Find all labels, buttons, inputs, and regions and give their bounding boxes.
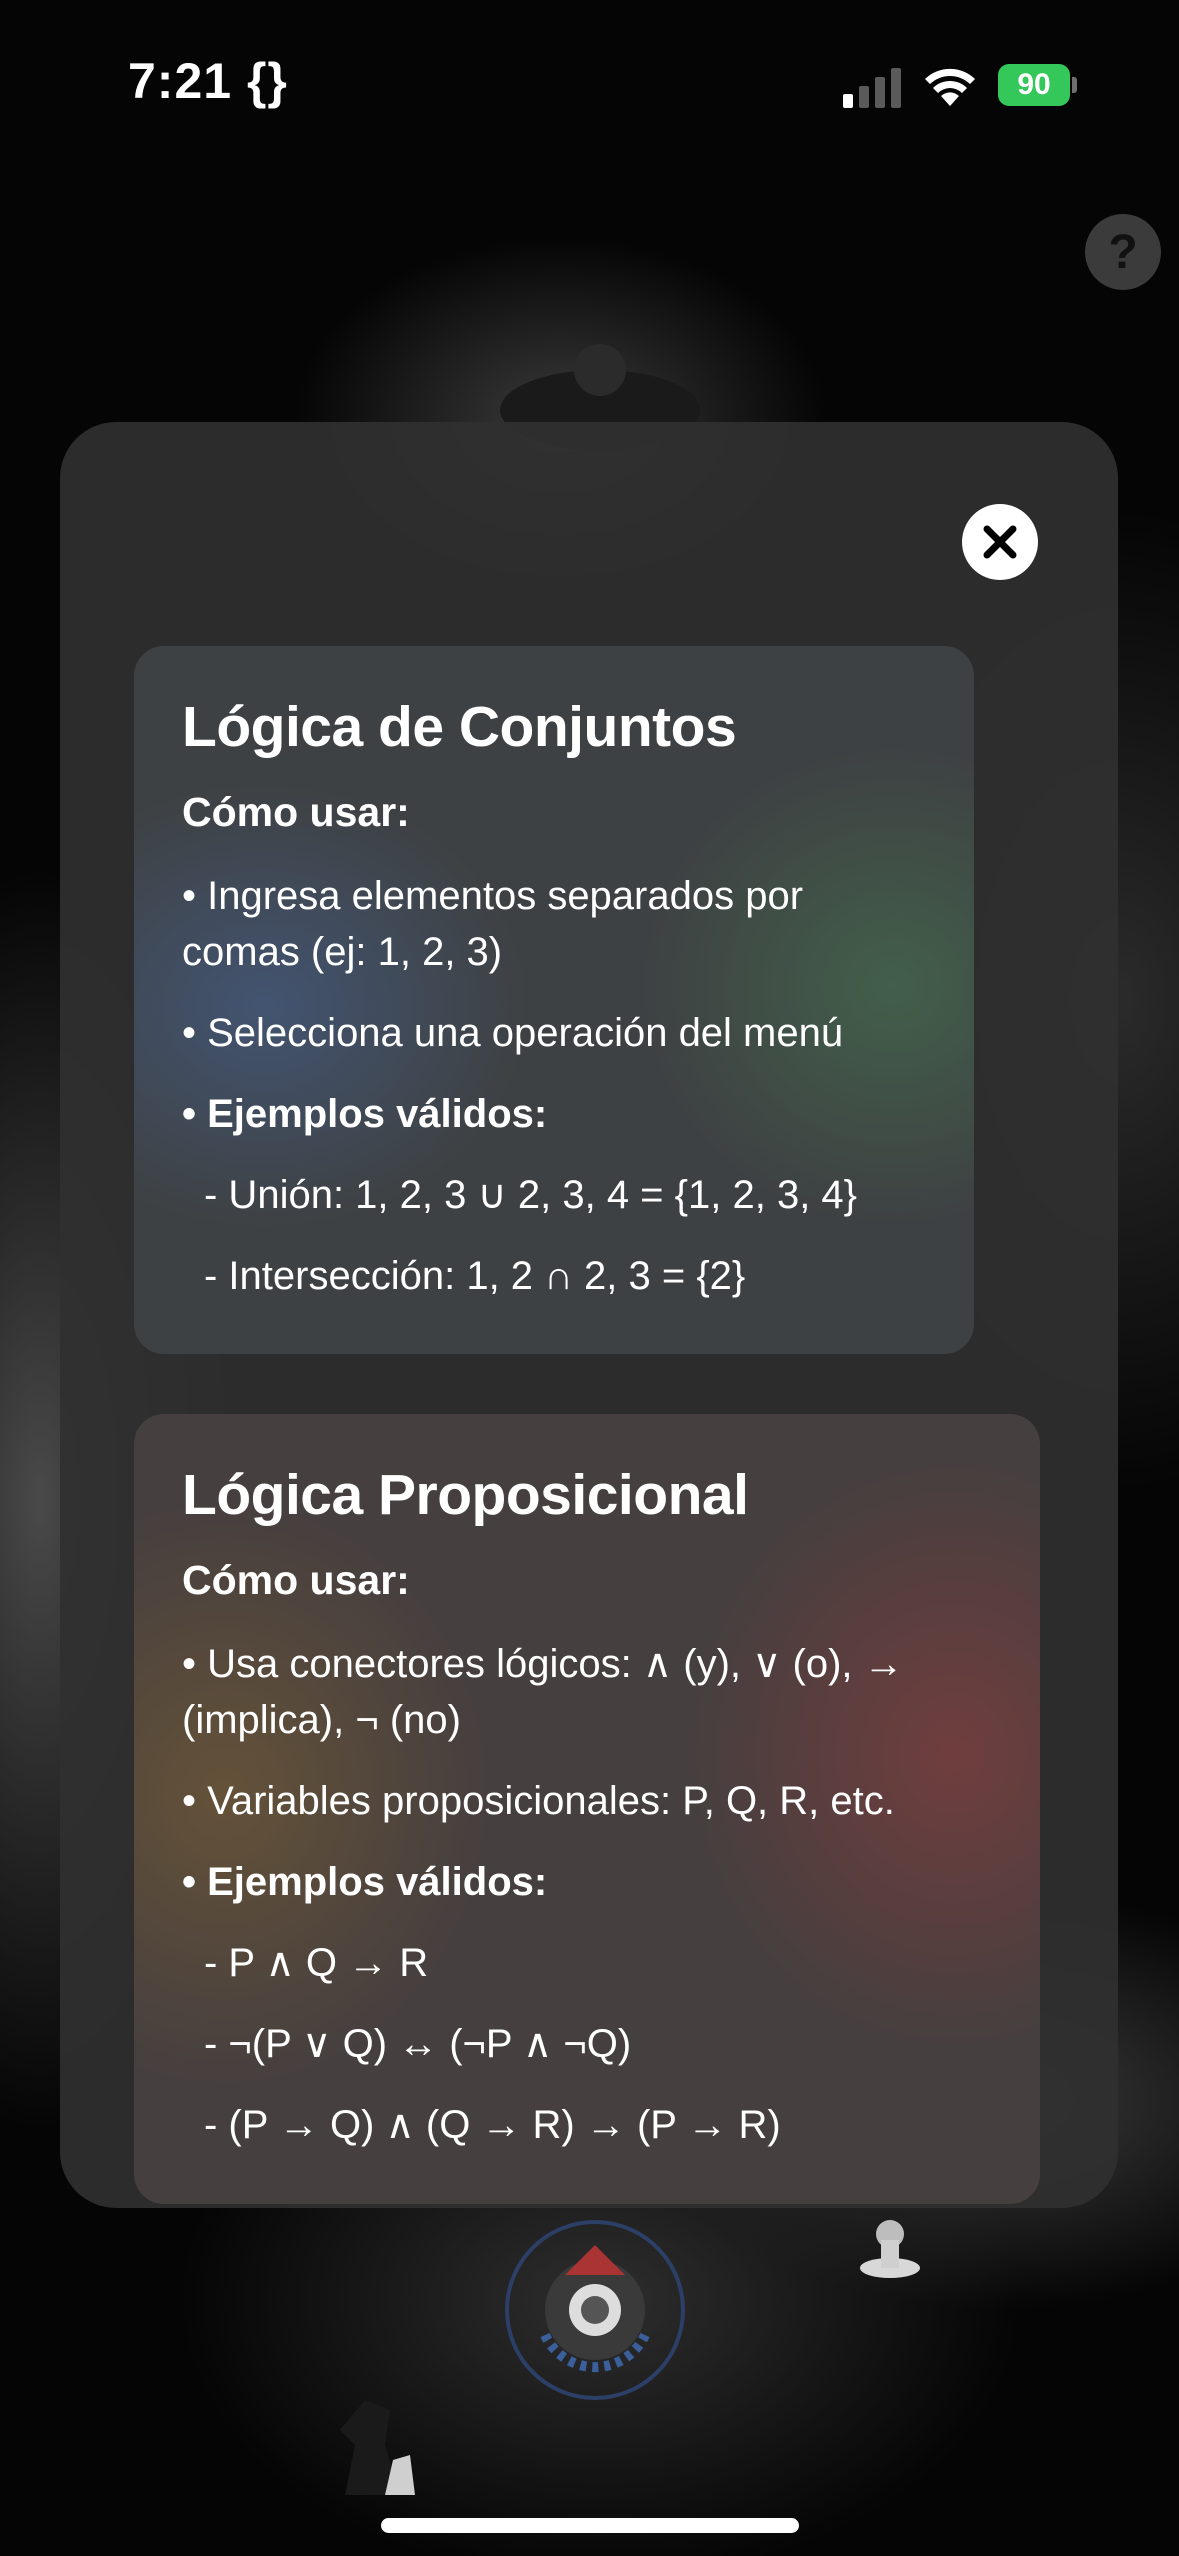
- home-indicator[interactable]: [381, 2518, 799, 2533]
- propositional-logic-card: Lógica Proposicional Cómo usar: • Usa co…: [134, 1414, 1040, 2204]
- sets-card-subtitle: Cómo usar:: [182, 788, 410, 835]
- prop-instruction-line: • Variables proposicionales: P, Q, R, et…: [182, 1778, 895, 1823]
- prop-example-line: - (P → Q) ∧ (Q → R) → (P → R): [204, 2102, 781, 2147]
- prop-instruction-line: • Usa conectores lógicos: ∧ (y), ∨ (o), …: [182, 1641, 904, 1742]
- close-button[interactable]: [962, 504, 1038, 580]
- sets-instruction-line: • Selecciona una operación del menú: [182, 1010, 844, 1055]
- battery-icon: 90: [998, 64, 1078, 106]
- battery-level: 90: [998, 64, 1070, 106]
- sets-example-line: - Intersección: 1, 2 ∩ 2, 3 = {2}: [204, 1253, 746, 1298]
- prop-card-title: Lógica Proposicional: [182, 1463, 749, 1527]
- chess-piece-small-icon: [860, 2220, 920, 2278]
- sets-instruction-line: • Ingresa elementos separados por comas …: [182, 873, 804, 974]
- prop-example-line: - ¬(P ∨ Q) ↔ (¬P ∧ ¬Q): [204, 2021, 632, 2066]
- prop-example-line: - P ∧ Q → R: [204, 1940, 429, 1985]
- help-button[interactable]: ?: [1085, 214, 1161, 290]
- chess-knight-icon: [340, 2400, 415, 2495]
- sets-example-line: - Unión: 1, 2, 3 ∪ 2, 3, 4 = {1, 2, 3, 4…: [204, 1172, 858, 1217]
- cellular-signal-icon: [843, 68, 901, 108]
- sets-examples-heading: • Ejemplos válidos:: [182, 1091, 548, 1136]
- status-bar: 7:21 {} 90: [0, 0, 1179, 170]
- close-icon: [983, 525, 1017, 559]
- prop-card-subtitle: Cómo usar:: [182, 1556, 410, 1603]
- sets-logic-card: Lógica de Conjuntos Cómo usar: • Ingresa…: [134, 646, 974, 1354]
- status-time: 7:21 {}: [128, 53, 288, 109]
- sets-card-title: Lógica de Conjuntos: [182, 695, 737, 759]
- tecnologico-logo: [505, 2220, 685, 2400]
- app-screen: 7:21 {} 90 ? Lógica de Conjuntos Cómo us…: [0, 0, 1179, 2556]
- prop-examples-heading: • Ejemplos válidos:: [182, 1859, 548, 1904]
- wifi-icon: [925, 68, 975, 106]
